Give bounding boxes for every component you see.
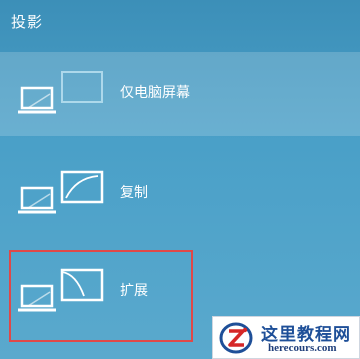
pc-screen-only-icon bbox=[18, 71, 103, 114]
watermark-url: herecours.com bbox=[268, 342, 337, 354]
option-label-duplicate: 复制 bbox=[120, 185, 148, 201]
project-panel: 投影 仅电脑屏幕 复制 扩展 这里教程网 herecours.com bbox=[0, 0, 360, 359]
option-pc-screen-only[interactable]: 仅电脑屏幕 bbox=[0, 52, 360, 136]
panel-title: 投影 bbox=[11, 13, 44, 31]
option-label-extend: 扩展 bbox=[120, 283, 148, 299]
option-duplicate[interactable]: 复制 bbox=[0, 152, 360, 236]
duplicate-icon bbox=[18, 170, 104, 214]
option-label-pc-screen-only: 仅电脑屏幕 bbox=[120, 85, 190, 101]
extend-icon bbox=[18, 268, 104, 312]
watermark-logo-icon bbox=[219, 322, 253, 354]
watermark: 这里教程网 herecours.com bbox=[212, 316, 360, 359]
